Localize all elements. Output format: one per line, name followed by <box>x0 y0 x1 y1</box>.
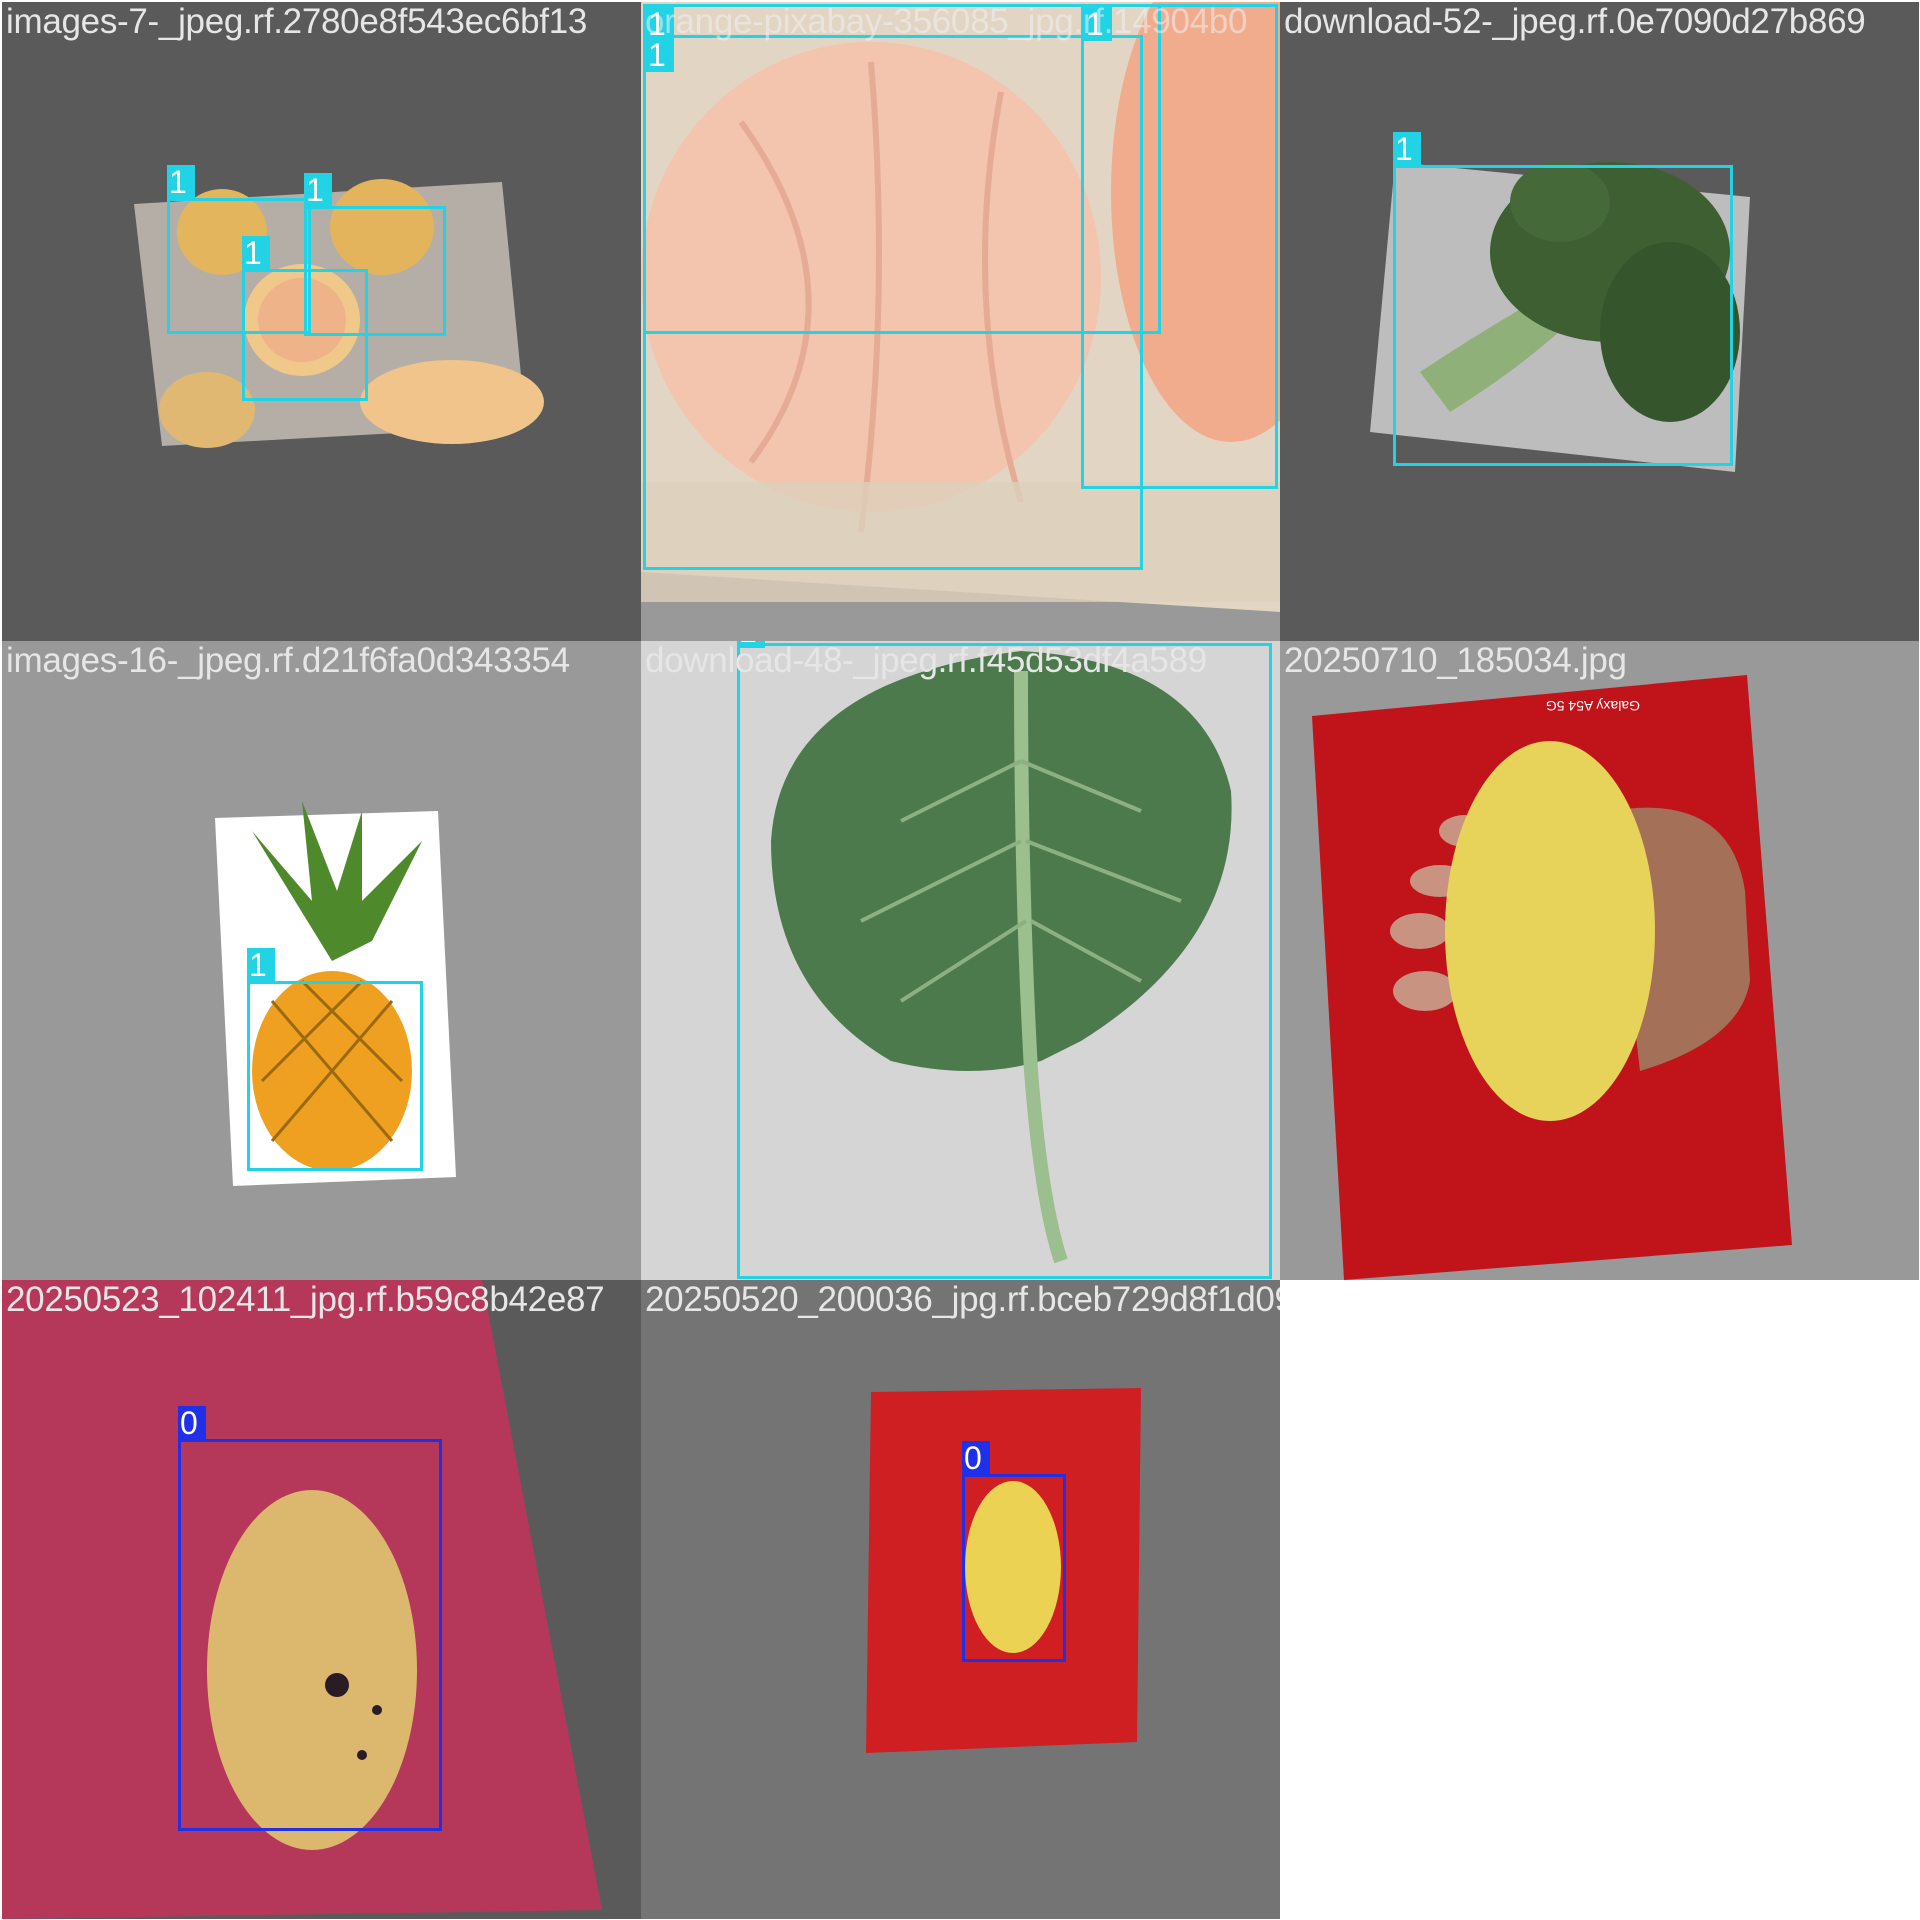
class-label: 0 <box>178 1406 206 1440</box>
tile-leaf: download-48-_jpeg.rf.f45d53df4a589 1 <box>641 641 1280 1280</box>
tile-mango-pink: 20250523_102411_jpg.rf.b59c8b42e87 0 <box>2 1280 641 1919</box>
class-label: 1 <box>646 38 674 72</box>
tile-mandarin: orange-pixabay-356085_jpg.rf.14904b0 1 1… <box>641 2 1280 641</box>
pineapple-photo <box>215 801 456 1186</box>
tile-caption: 20250520_200036_jpg.rf.bceb729d8f1d09cad <box>645 1280 1280 1319</box>
detection-box: 1 <box>643 35 1143 570</box>
class-label: 1 <box>247 948 275 982</box>
detection-box: 1 <box>737 641 1272 1279</box>
tile-caption: 20250710_185034.jpg <box>1284 641 1627 680</box>
tile-caption: download-48-_jpeg.rf.f45d53df4a589 <box>645 641 1207 680</box>
tile-caption: images-7-_jpeg.rf.2780e8f543ec6bf13 <box>6 2 588 41</box>
detection-box: 0 <box>178 1406 442 1831</box>
class-label: 0 <box>962 1441 990 1475</box>
detection-box: 1 <box>247 948 423 1171</box>
tile-empty <box>1280 1280 1919 1919</box>
tile-oranges: images-7-_jpeg.rf.2780e8f543ec6bf13 1 1 … <box>2 2 641 641</box>
class-label: 1 <box>1393 132 1421 166</box>
mango-red-photo <box>866 1388 1141 1753</box>
tile-broccoli: download-52-_jpeg.rf.0e7090d27b869 1 <box>1280 2 1919 641</box>
detection-box: 1 <box>242 236 368 401</box>
tile-mango-red: 20250520_200036_jpg.rf.bceb729d8f1d09cad… <box>641 1280 1280 1919</box>
tile-caption: 20250523_102411_jpg.rf.b59c8b42e87 <box>6 1280 605 1319</box>
phone-watermark: Galaxy A54 5G <box>1546 698 1640 714</box>
class-label: 1 <box>167 165 195 199</box>
class-label: 1 <box>304 173 332 207</box>
tile-pineapple: images-16-_jpeg.rf.d21f6fa0d343354 1 <box>2 641 641 1280</box>
detection-box: 1 <box>1081 4 1278 489</box>
detection-box: 0 <box>962 1441 1066 1662</box>
mango-hand-photo: Galaxy A54 5G <box>1312 675 1792 1280</box>
tile-caption: orange-pixabay-356085_jpg.rf.14904b0 <box>645 2 1248 41</box>
detection-box: 1 <box>1393 132 1733 466</box>
tile-caption: images-16-_jpeg.rf.d21f6fa0d343354 <box>6 641 570 680</box>
tile-mango-hand: Galaxy A54 5G 20250710_185034.jpg <box>1280 641 1919 1280</box>
tile-caption: download-52-_jpeg.rf.0e7090d27b869 <box>1284 2 1866 41</box>
class-label: 1 <box>242 236 270 270</box>
